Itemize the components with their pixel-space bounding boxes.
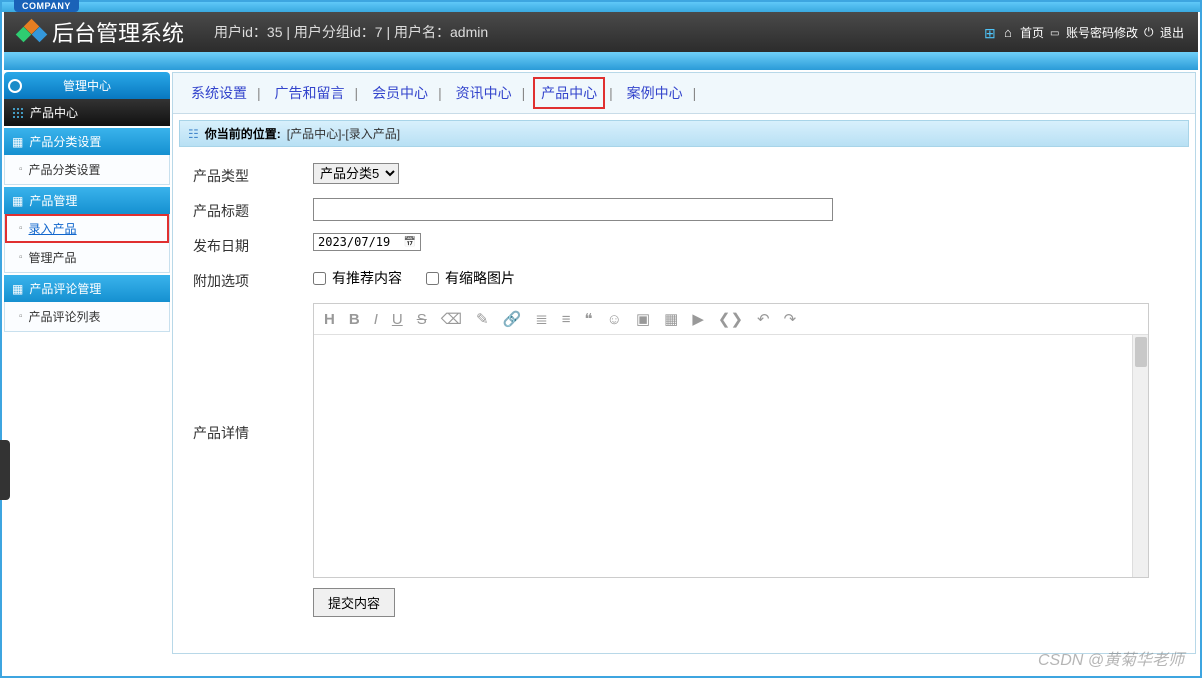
checkbox-thumb-label[interactable]: 有缩略图片 [426, 268, 515, 288]
breadcrumb-path: [产品中心]-[录入产品] [287, 125, 400, 142]
label-type: 产品类型 [193, 163, 313, 186]
nav-system[interactable]: 系统设置 [187, 83, 251, 103]
top-gradient [2, 2, 1200, 12]
content-area: 系统设置| 广告和留言| 会员中心| 资讯中心| 产品中心| 案例中心| 你当前… [172, 72, 1196, 654]
editor-quote-icon[interactable]: ❝ [585, 310, 593, 328]
input-product-title[interactable] [313, 198, 833, 221]
editor-bold-icon[interactable]: B [349, 311, 360, 328]
sidebar-title: 管理中心 [4, 72, 170, 99]
editor-ol-icon[interactable]: ≡ [562, 311, 571, 328]
sidebar-section-category[interactable]: 产品分类设置 [4, 128, 170, 155]
editor-textarea[interactable] [314, 335, 1148, 577]
section-icon [12, 194, 23, 208]
editor-video-icon[interactable]: ▶ [692, 310, 704, 328]
dots-icon [12, 107, 24, 119]
sidebar-section-comments[interactable]: 产品评论管理 [4, 275, 170, 302]
header-bar: 后台管理系统 用户id：35 | 用户分组id：7 | 用户名：admin 首页… [4, 12, 1198, 52]
checkbox-recommend-label[interactable]: 有推荐内容 [313, 268, 402, 288]
nav-cases[interactable]: 案例中心 [623, 83, 687, 103]
company-tag: COMPANY [14, 0, 79, 12]
nav-products[interactable]: 产品中心 [537, 83, 601, 103]
password-link[interactable]: 账号密码修改 [1050, 24, 1138, 41]
editor-ul-icon[interactable]: ≣ [535, 310, 548, 328]
sidebar-module: 产品中心 [4, 99, 170, 126]
key-icon [1050, 25, 1064, 39]
editor-table-icon[interactable]: ▦ [664, 310, 678, 328]
sidebar-section-product[interactable]: 产品管理 [4, 187, 170, 214]
editor-strike-icon[interactable]: S [417, 311, 427, 328]
rich-editor: H B I U S ⌫ ✎ 🔗 ≣ ≡ ❝ ☺ [313, 303, 1149, 578]
label-extra: 附加选项 [193, 268, 313, 291]
breadcrumb-icon [188, 127, 199, 141]
editor-eraser-icon[interactable]: ⌫ [441, 310, 462, 328]
logo-icon [18, 19, 44, 45]
input-publish-date[interactable]: 2023/07/19 [313, 233, 421, 251]
form-area: 产品类型 产品分类5 产品标题 发布日期 202 [173, 147, 1195, 633]
checkbox-recommend[interactable] [313, 272, 326, 285]
editor-toolbar: H B I U S ⌫ ✎ 🔗 ≣ ≡ ❝ ☺ [314, 304, 1148, 335]
top-nav: 系统设置| 广告和留言| 会员中心| 资讯中心| 产品中心| 案例中心| [173, 73, 1195, 114]
editor-brush-icon[interactable]: ✎ [476, 310, 489, 328]
breadcrumb: 你当前的位置: [产品中心]-[录入产品] [179, 120, 1189, 147]
editor-italic-icon[interactable]: I [374, 311, 378, 328]
nav-ads[interactable]: 广告和留言 [271, 83, 349, 103]
label-detail: 产品详情 [193, 303, 313, 443]
editor-emoji-icon[interactable]: ☺ [607, 311, 622, 328]
label-title: 产品标题 [193, 198, 313, 221]
editor-code-icon[interactable]: ❮❯ [718, 310, 743, 328]
circle-icon [8, 79, 22, 93]
sidebar-item-category-settings[interactable]: 产品分类设置 [5, 155, 169, 184]
collapse-handle[interactable] [0, 440, 10, 500]
grid-icon [984, 25, 998, 39]
home-icon [1004, 25, 1018, 39]
submit-button[interactable]: 提交内容 [313, 588, 395, 617]
power-icon [1144, 25, 1158, 39]
system-title: 后台管理系统 [52, 16, 184, 48]
sidebar-item-manage-product[interactable]: 管理产品 [5, 243, 169, 272]
logout-link[interactable]: 退出 [1144, 24, 1184, 41]
editor-redo-icon[interactable]: ↷ [784, 310, 797, 328]
label-date: 发布日期 [193, 233, 313, 256]
sidebar-item-comment-list[interactable]: 产品评论列表 [5, 302, 169, 331]
scrollbar[interactable] [1132, 335, 1148, 577]
gradient-bar [4, 52, 1198, 70]
user-info: 用户id：35 | 用户分组id：7 | 用户名：admin [214, 22, 984, 42]
editor-undo-icon[interactable]: ↶ [757, 310, 770, 328]
editor-heading-icon[interactable]: H [324, 311, 335, 328]
breadcrumb-label: 你当前的位置: [205, 125, 281, 142]
sidebar-item-add-product[interactable]: 录入产品 [5, 214, 169, 243]
select-product-type[interactable]: 产品分类5 [313, 163, 399, 184]
editor-underline-icon[interactable]: U [392, 311, 403, 328]
checkbox-thumb[interactable] [426, 272, 439, 285]
sidebar: 管理中心 产品中心 产品分类设置 产品分类设置 产品管理 录入产品 管理产品 [4, 72, 170, 654]
editor-image-icon[interactable]: ▣ [636, 310, 650, 328]
editor-link-icon[interactable]: 🔗 [503, 310, 522, 328]
section-icon [12, 282, 23, 296]
nav-members[interactable]: 会员中心 [368, 83, 432, 103]
section-icon [12, 135, 23, 149]
home-link[interactable]: 首页 [1004, 24, 1044, 41]
nav-news[interactable]: 资讯中心 [452, 83, 516, 103]
